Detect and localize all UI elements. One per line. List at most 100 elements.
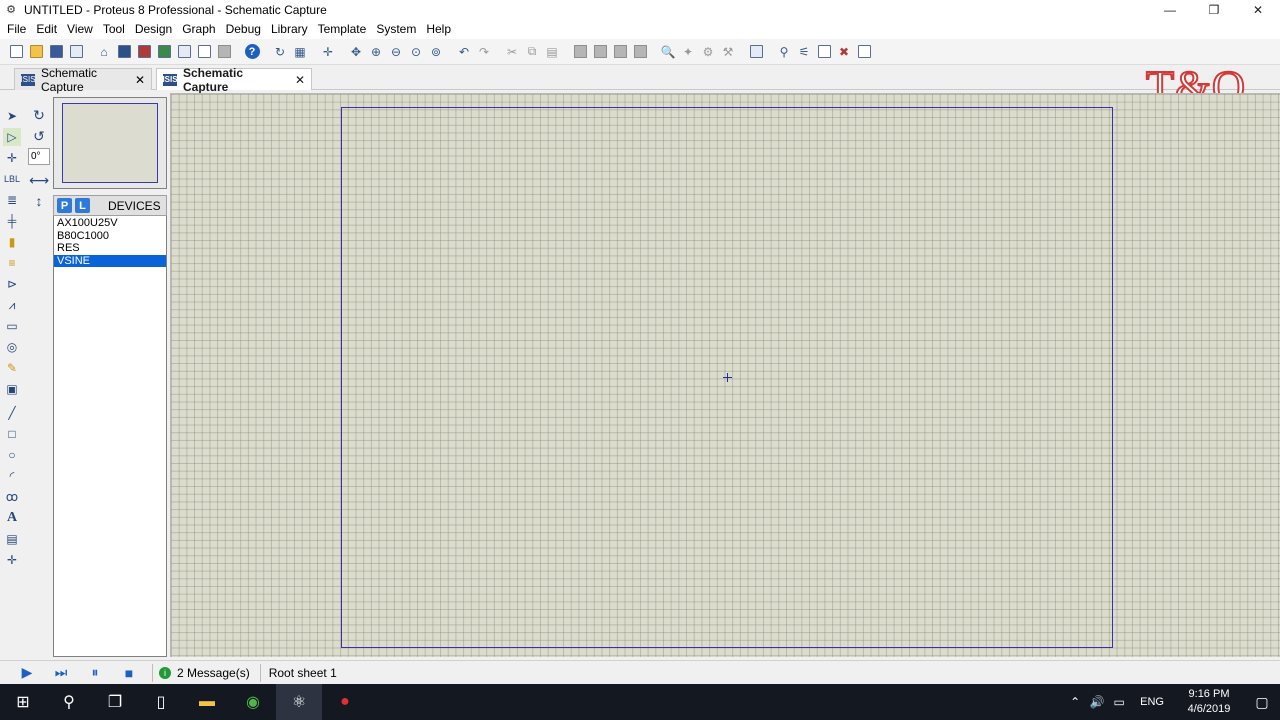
pause-icon[interactable]: ⏸ (78, 662, 112, 684)
rotate-anticlockwise-icon[interactable]: ↺ (29, 127, 49, 145)
wire-label-icon[interactable]: LBL (3, 170, 21, 188)
play-icon[interactable]: ▶ (10, 662, 44, 684)
menu-edit[interactable]: Edit (31, 22, 62, 36)
selection-mode-icon[interactable]: ➤ (3, 107, 21, 125)
design-explorer-icon[interactable] (214, 42, 234, 62)
remove-sheet-icon[interactable]: ✖ (834, 42, 854, 62)
pick-devices-button[interactable]: P (57, 198, 72, 213)
menu-system[interactable]: System (371, 22, 421, 36)
junction-dot-icon[interactable]: ✛ (3, 149, 21, 167)
arc-icon[interactable]: ◜ (3, 467, 21, 485)
terminals-icon[interactable]: ≡ (3, 254, 21, 272)
home-icon[interactable]: ⌂ (94, 42, 114, 62)
line-icon[interactable]: ╱ (3, 404, 21, 422)
source-code-icon[interactable] (174, 42, 194, 62)
component-mode-icon[interactable]: ▷ (3, 128, 21, 146)
overview-window[interactable] (53, 97, 167, 189)
menu-graph[interactable]: Graph (177, 22, 220, 36)
subcircuit-icon[interactable]: ▮ (3, 233, 21, 251)
text-icon[interactable]: A (3, 509, 21, 527)
zoom-in-icon[interactable]: ⊕ (366, 42, 386, 62)
tab-schematic-capture-1[interactable]: ISIS Schematic Capture ✕ (14, 66, 152, 94)
save-icon[interactable] (46, 42, 66, 62)
list-item[interactable]: RES (54, 242, 166, 255)
import-icon[interactable] (66, 42, 86, 62)
help-icon[interactable]: ? (242, 42, 262, 62)
mirror-vertical-icon[interactable]: ↕ (29, 192, 49, 210)
zoom-out-icon[interactable]: ⊖ (386, 42, 406, 62)
schematic-canvas[interactable] (170, 93, 1280, 657)
file-icon[interactable]: ▯ (138, 684, 184, 720)
pick-device-icon[interactable]: 🔍 (658, 42, 678, 62)
search-tag-icon[interactable]: ⚲ (774, 42, 794, 62)
input-language[interactable]: ENG (1140, 696, 1164, 708)
origin-icon[interactable]: ✛ (318, 42, 338, 62)
pcb-icon[interactable] (134, 42, 154, 62)
menu-debug[interactable]: Debug (221, 22, 266, 36)
refresh-icon[interactable]: ↻ (270, 42, 290, 62)
menu-tool[interactable]: Tool (98, 22, 130, 36)
chevron-up-icon[interactable]: ⌃ (1064, 695, 1086, 709)
graph-mode-icon[interactable]: ⩘ (3, 296, 21, 314)
device-pins-icon[interactable]: ⊳ (3, 275, 21, 293)
circle-icon[interactable]: ○ (3, 446, 21, 464)
menu-design[interactable]: Design (130, 22, 177, 36)
schematic-icon[interactable] (114, 42, 134, 62)
zoom-all-icon[interactable]: ⊙ (406, 42, 426, 62)
tab-close-icon[interactable]: ✕ (135, 73, 145, 87)
tape-recorder-icon[interactable]: ▭ (3, 317, 21, 335)
volume-icon[interactable]: 🔊 (1086, 695, 1108, 709)
property-assignment-icon[interactable]: ⚟ (794, 42, 814, 62)
battery-icon[interactable]: ▭ (1108, 695, 1130, 709)
tab-close-icon[interactable]: ✕ (295, 73, 305, 87)
zoom-area-icon[interactable]: ⊚ (426, 42, 446, 62)
menu-view[interactable]: View (62, 22, 98, 36)
message-count[interactable]: 2 Message(s) (177, 666, 250, 680)
closed-path-icon[interactable]: ꝏ (3, 488, 21, 506)
wire-autorouter-icon[interactable] (746, 42, 766, 62)
packaging-tool-icon[interactable]: ⚙ (698, 42, 718, 62)
list-item-selected[interactable]: VSINE (54, 254, 166, 267)
stop-icon[interactable]: ■ (112, 662, 146, 684)
rotate-clockwise-icon[interactable]: ↻ (29, 106, 49, 124)
new-sheet-icon[interactable] (814, 42, 834, 62)
mirror-horizontal-icon[interactable]: ⟷ (29, 171, 49, 189)
block-move-icon[interactable] (590, 42, 610, 62)
step-icon[interactable]: ⏭ (44, 662, 78, 684)
text-script-icon[interactable]: ≣ (3, 191, 21, 209)
make-device-icon[interactable]: ✦ (678, 42, 698, 62)
netlist-icon[interactable] (854, 42, 874, 62)
list-item[interactable]: B80C1000 (54, 230, 166, 243)
menu-template[interactable]: Template (313, 22, 372, 36)
menu-library[interactable]: Library (266, 22, 313, 36)
new-file-icon[interactable] (6, 42, 26, 62)
info-icon[interactable]: i (159, 666, 171, 679)
proteus-taskbar-icon[interactable]: ⚛ (276, 684, 322, 720)
minimize-button[interactable]: — (1148, 0, 1192, 19)
library-manager-button[interactable]: L (75, 198, 90, 213)
undo-icon[interactable]: ↶ (454, 42, 474, 62)
menu-file[interactable]: File (2, 22, 31, 36)
close-button[interactable]: ✕ (1236, 0, 1280, 19)
tab-schematic-capture-2[interactable]: ISIS Schematic Capture ✕ (156, 66, 312, 94)
decompose-icon[interactable]: ⚒ (718, 42, 738, 62)
gallery-icon[interactable] (154, 42, 174, 62)
symbol-icon[interactable]: ▤ (3, 530, 21, 548)
buses-icon[interactable]: ╪ (3, 212, 21, 230)
block-copy-icon[interactable] (570, 42, 590, 62)
restore-button[interactable]: ❐ (1192, 0, 1236, 19)
notification-icon[interactable]: ▢ (1244, 694, 1280, 711)
copy-icon[interactable]: ⧉ (522, 42, 542, 62)
virtual-instruments-icon[interactable]: ▣ (3, 380, 21, 398)
voltage-probe-icon[interactable]: ✎ (3, 359, 21, 377)
paste-icon[interactable]: ▤ (542, 42, 562, 62)
screen-recorder-icon[interactable]: ● (322, 684, 368, 720)
file-explorer-icon[interactable]: ▬ (184, 684, 230, 720)
open-folder-icon[interactable] (26, 42, 46, 62)
menu-help[interactable]: Help (421, 22, 456, 36)
block-rotate-icon[interactable] (610, 42, 630, 62)
pan-icon[interactable]: ✥ (346, 42, 366, 62)
generator-icon[interactable]: ◎ (3, 338, 21, 356)
search-icon[interactable]: ⚲ (46, 684, 92, 720)
marker-icon[interactable]: ✛ (3, 551, 21, 569)
